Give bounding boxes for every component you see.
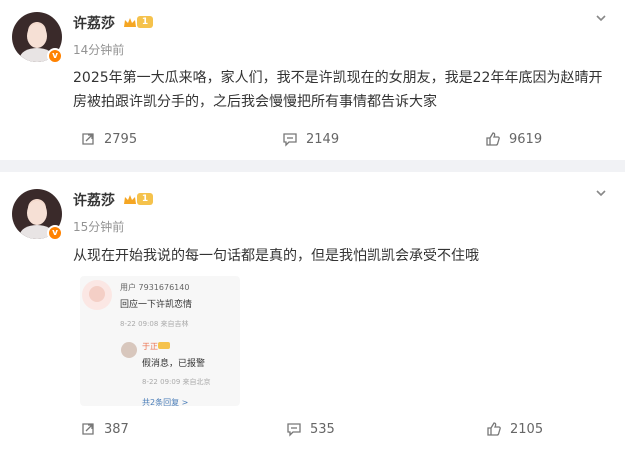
repost-button[interactable]: 387: [80, 421, 129, 437]
crown-icon: [124, 195, 136, 204]
comment-icon: [283, 133, 297, 147]
like-button[interactable]: 9619: [485, 131, 542, 147]
verified-badge-icon: v: [47, 48, 63, 64]
more-replies-link: 共2条回复 >: [142, 398, 189, 407]
comment-meta: 8-22 09:08 来自吉林: [120, 320, 189, 328]
level-badge: 1: [137, 16, 153, 28]
level-badge: 1: [137, 193, 153, 205]
author-name[interactable]: 许荔莎: [73, 13, 115, 33]
comment-button[interactable]: 535: [286, 421, 335, 437]
like-icon: [487, 422, 501, 436]
repost-count: 2795: [104, 131, 138, 147]
repost-button[interactable]: 2795: [80, 131, 137, 147]
like-icon: [486, 132, 500, 146]
author-name[interactable]: 许荔莎: [73, 190, 115, 210]
chevron-down-icon[interactable]: [595, 187, 607, 199]
post-text: 从现在开始我说的每一句话都是真的，但是我怕凯凯会承受不住哦: [73, 248, 479, 264]
post-time[interactable]: 15分钟前: [73, 218, 124, 235]
comment-count: 2149: [306, 131, 340, 147]
comment-button[interactable]: 2149: [282, 131, 339, 147]
post-divider: [0, 160, 625, 172]
action-bar: 2795 2149 9619: [0, 131, 625, 155]
repost-count: 387: [104, 421, 129, 437]
like-count: 9619: [509, 131, 543, 147]
avatar: [121, 342, 137, 358]
embedded-screenshot[interactable]: 用户 7931676140 回应一下许凯恋情 8-22 09:08 来自吉林 于…: [80, 276, 240, 407]
verified-badge-icon: v: [47, 225, 63, 241]
repost-icon: [82, 133, 94, 145]
comment-user: 用户 7931676140: [120, 283, 190, 292]
action-bar: 387 535 2105: [0, 421, 625, 445]
reply-user: 于正: [142, 342, 158, 351]
comment-count: 535: [310, 421, 335, 437]
chevron-down-icon[interactable]: [595, 12, 607, 24]
avatar: [82, 280, 112, 310]
crown-icon: [124, 18, 136, 27]
reply-meta: 8-22 09:09 来自北京: [142, 378, 211, 386]
comment-icon: [287, 423, 301, 437]
like-count: 2105: [510, 421, 544, 437]
reply-text: 假消息，已报警: [142, 359, 206, 369]
repost-icon: [82, 423, 94, 435]
post-time[interactable]: 14分钟前: [73, 41, 124, 58]
post-card: v 许荔莎 1 15分钟前 从现在开始我说的每一句话都是真的，但是我怕凯凯会承受…: [0, 172, 625, 449]
post-card: v 许荔莎 1 14分钟前 2025年第一大瓜来咯，家人们，我不是许凯现在的女朋…: [0, 0, 625, 160]
reply-badge: [158, 342, 170, 349]
comment-text: 回应一下许凯恋情: [120, 300, 193, 310]
post-text: 2025年第一大瓜来咯，家人们，我不是许凯现在的女朋友，我是22年年底因为赵晴开…: [73, 70, 603, 110]
like-button[interactable]: 2105: [486, 421, 543, 437]
